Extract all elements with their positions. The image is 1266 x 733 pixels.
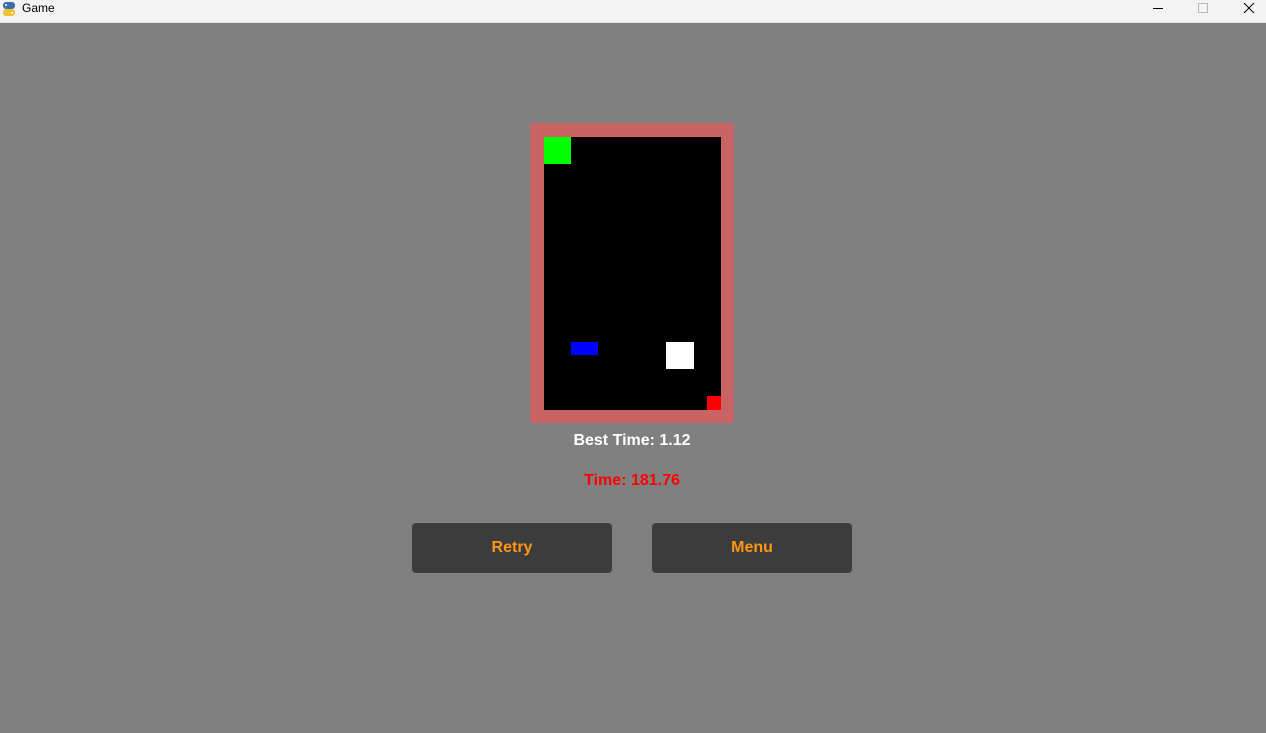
best-time-label: Best Time: 1.12 <box>573 432 691 449</box>
menu-button[interactable]: Menu <box>652 523 852 573</box>
maximize-button[interactable] <box>1181 0 1225 16</box>
python-icon <box>3 2 15 16</box>
player-block <box>544 137 571 164</box>
board-frame <box>530 123 734 423</box>
window-titlebar: Game <box>0 0 1266 23</box>
goal-block <box>707 396 721 410</box>
time-label: Time: 181.76 <box>584 472 680 489</box>
maximize-icon <box>1198 3 1208 13</box>
game-canvas: Best Time: 1.12 Time: 181.76 Retry Menu <box>0 23 1266 733</box>
retry-button[interactable]: Retry <box>412 523 612 573</box>
blue-block <box>571 342 598 355</box>
minimize-button[interactable] <box>1136 0 1180 16</box>
close-icon <box>1243 2 1255 14</box>
close-button[interactable] <box>1227 0 1266 16</box>
game-board <box>544 137 721 410</box>
minimize-icon <box>1153 8 1163 9</box>
white-block <box>666 342 694 369</box>
window-title: Game <box>22 1 55 15</box>
